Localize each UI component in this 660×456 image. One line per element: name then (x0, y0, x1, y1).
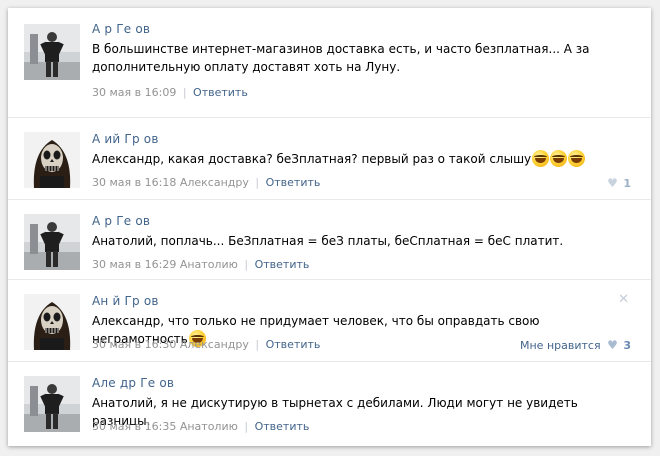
like-label: Мне нравится (520, 339, 601, 352)
comment-item: Ан й Гр ов ✕ Александр, что только не пр… (8, 280, 651, 362)
comment-time[interactable]: 30 мая в 16:18 (92, 176, 176, 189)
meta-separator: | (244, 258, 249, 271)
comments-panel: А р Ге ов В большинстве интернет-магазин… (8, 8, 651, 446)
avatar[interactable] (24, 24, 80, 80)
skull-mask-avatar-image (24, 132, 80, 188)
meta-separator: | (255, 176, 260, 189)
heart-icon: ♥ (607, 176, 618, 190)
meta-separator: | (255, 338, 260, 351)
comment-author[interactable]: А р Ге ов (92, 214, 150, 228)
avatar[interactable] (24, 376, 80, 432)
reply-to[interactable]: Анатолию (180, 258, 238, 271)
comment-time[interactable]: 30 мая в 16:09 (92, 86, 176, 99)
reply-to[interactable]: Александру (180, 338, 249, 351)
comment-time[interactable]: 30 мая в 16:29 (92, 258, 176, 271)
heart-icon: ♥ (607, 338, 618, 352)
comment-meta: 30 мая в 16:18 Александру | Ответить (92, 176, 320, 189)
reply-button[interactable]: Ответить (266, 176, 321, 189)
comment-text: Александр, какая доставка? беЗплатная? п… (92, 150, 592, 168)
comment-item: Але др Ге ов Анатолий, я не дискутирую в… (8, 362, 651, 446)
standing-man-avatar-image (24, 376, 80, 432)
delete-comment-icon[interactable]: ✕ (618, 292, 629, 307)
comment-author[interactable]: А ий Гр ов (92, 132, 159, 146)
reply-button[interactable]: Ответить (266, 338, 321, 351)
reply-button[interactable]: Ответить (193, 86, 248, 99)
like-count: 1 (623, 177, 631, 190)
comment-author[interactable]: А р Ге ов (92, 22, 150, 36)
reply-button[interactable]: Ответить (255, 420, 310, 433)
comment-text-body: Анатолий, поплачь... БеЗплатная = беЗ пл… (92, 234, 564, 248)
reply-to[interactable]: Анатолию (180, 420, 238, 433)
standing-man-avatar-image (24, 214, 80, 270)
avatar[interactable] (24, 214, 80, 270)
like-count: 3 (623, 339, 631, 352)
comment-meta: 30 мая в 16:09 | Ответить (92, 86, 248, 99)
meta-separator: | (182, 86, 187, 99)
comment-item: А р Ге ов Анатолий, поплачь... БеЗплатна… (8, 200, 651, 280)
comment-text: В большинстве интернет-магазинов доставк… (92, 40, 592, 76)
standing-man-avatar-image (24, 24, 80, 80)
like-button[interactable]: Мне нравится ♥ 3 (520, 338, 631, 352)
laughing-emoji-icon (532, 150, 550, 167)
skull-mask-avatar-image (24, 294, 80, 350)
comment-meta: 30 мая в 16:30 Александру | Ответить (92, 338, 320, 351)
laughing-emoji-icon (550, 150, 568, 167)
comment-author[interactable]: Ан й Гр ов (92, 294, 159, 308)
comment-text-body: В большинстве интернет-магазинов доставк… (92, 42, 590, 74)
avatar[interactable] (24, 132, 80, 188)
reply-to[interactable]: Александру (180, 176, 249, 189)
comment-text-body: Александр, какая доставка? беЗплатная? п… (92, 152, 532, 166)
comment-meta: 30 мая в 16:29 Анатолию | Ответить (92, 258, 309, 271)
comment-item: А ий Гр ов Александр, какая доставка? бе… (8, 118, 651, 200)
laughing-emoji-icon (568, 150, 586, 167)
comment-time[interactable]: 30 мая в 16:35 (92, 420, 176, 433)
avatar[interactable] (24, 294, 80, 350)
comment-text: Анатолий, поплачь... БеЗплатная = беЗ пл… (92, 232, 592, 250)
reply-button[interactable]: Ответить (255, 258, 310, 271)
comment-time[interactable]: 30 мая в 16:30 (92, 338, 176, 351)
comment-meta: 30 мая в 16:35 Анатолию | Ответить (92, 420, 309, 433)
comment-item: А р Ге ов В большинстве интернет-магазин… (8, 8, 651, 118)
like-button[interactable]: ♥ 1 (607, 176, 631, 190)
comment-author[interactable]: Але др Ге ов (92, 376, 174, 390)
meta-separator: | (244, 420, 249, 433)
